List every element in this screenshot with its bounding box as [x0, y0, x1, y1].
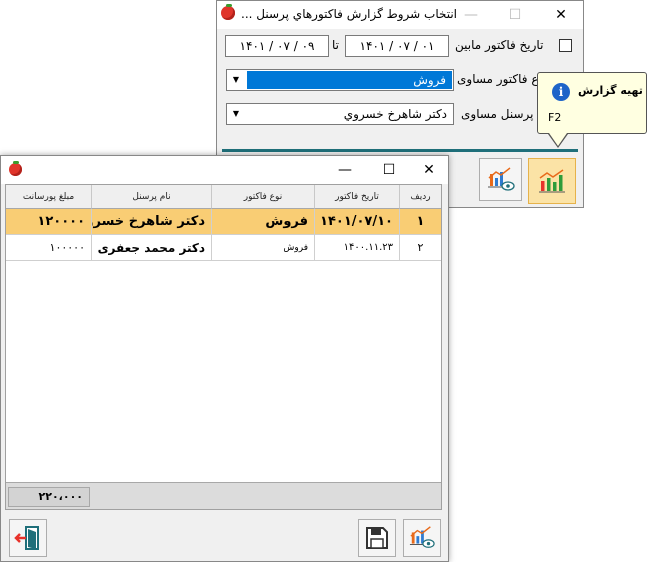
close-button[interactable]: ✕: [407, 156, 451, 184]
invoice-type-selected: فروش: [247, 71, 452, 89]
maximize-button[interactable]: ☐: [493, 1, 537, 29]
invoice-type-label: ع فاکتور مساوی: [457, 72, 539, 86]
exit-door-icon: [14, 526, 39, 550]
table-cell-name[interactable]: دکتر محمد جعفری: [92, 235, 212, 261]
total-amount: ۲۲۰،۰۰۰: [8, 487, 90, 507]
column-header-personnel-name[interactable]: نام پرسنل: [92, 185, 212, 209]
app-tomato-icon: [221, 6, 235, 20]
tooltip-pointer-fill: [549, 133, 567, 146]
tooltip-shortcut: F2: [548, 111, 562, 124]
date-to-input[interactable]: ۱۴۰۱ / ۰۷ / ۰۹: [225, 35, 329, 57]
preview-report-button[interactable]: [403, 519, 441, 557]
exit-button[interactable]: [9, 519, 47, 557]
date-from-input[interactable]: ۱۴۰۱ / ۰۷ / ۰۱: [345, 35, 449, 57]
table-cell-row[interactable]: ۱: [400, 209, 441, 235]
save-button[interactable]: [358, 519, 396, 557]
column-header-row[interactable]: رديف: [400, 185, 441, 209]
filter-window-title: انتخاب شروط گزارش فاکتورهاي پرسنل ...: [241, 7, 458, 21]
report-window: — ☐ ✕ مبلغ پورسانت نام پرسنل نوع فاکتور …: [0, 155, 449, 562]
tomato-leaf: [13, 161, 19, 164]
column-header-invoice-type[interactable]: نوع فاکتور: [212, 185, 315, 209]
date-filter-checkbox[interactable]: [559, 39, 572, 52]
table-cell-date[interactable]: ۱۴۰۰.۱۱.۲۳: [315, 235, 400, 261]
table-cell-type[interactable]: فروش: [212, 209, 315, 235]
accent-divider: [222, 149, 578, 152]
personnel-label: پرسنل مساوی: [461, 107, 534, 121]
chevron-down-icon[interactable]: ▼: [227, 104, 245, 124]
chart-eye-icon: [409, 526, 435, 548]
report-grid[interactable]: مبلغ پورسانت نام پرسنل نوع فاکتور تاريخ …: [5, 184, 442, 510]
table-cell-amount[interactable]: ۱۰۰۰۰۰: [6, 235, 92, 261]
tomato-leaf: [226, 4, 232, 7]
table-cell-name[interactable]: دکتر شاهرخ خسروی: [92, 209, 212, 235]
chevron-down-icon[interactable]: ▼: [227, 70, 245, 90]
minimize-button[interactable]: —: [449, 1, 493, 29]
date-to-label: تا: [332, 38, 339, 52]
floppy-disk-icon: [366, 527, 388, 549]
date-between-label: تاريخ فاکتور مابين: [455, 38, 544, 52]
personnel-combo[interactable]: ▼ دکتر شاهرخ خسروي: [226, 103, 454, 125]
chart-eye-icon: [487, 166, 515, 191]
table-cell-date[interactable]: ۱۴۰۱/۰۷/۱۰: [315, 209, 400, 235]
chart-icon: [539, 169, 565, 193]
info-icon: i: [552, 83, 570, 101]
maximize-button[interactable]: ☐: [367, 156, 411, 184]
tooltip-title: تهيه گزارش: [578, 84, 643, 97]
table-cell-amount[interactable]: ۱۲۰۰۰۰: [6, 209, 92, 235]
preview-report-button[interactable]: [479, 158, 522, 201]
column-header-amount[interactable]: مبلغ پورسانت: [6, 185, 92, 209]
prepare-report-button[interactable]: [528, 158, 576, 204]
column-header-invoice-date[interactable]: تاريخ فاکتور: [315, 185, 400, 209]
minimize-button[interactable]: —: [323, 156, 367, 184]
filter-window-titlebar: انتخاب شروط گزارش فاکتورهاي پرسنل ... — …: [217, 1, 583, 29]
table-cell-row[interactable]: ۲: [400, 235, 441, 261]
report-window-titlebar: — ☐ ✕: [1, 156, 448, 184]
personnel-selected: دکتر شاهرخ خسروي: [343, 107, 447, 121]
invoice-type-combo[interactable]: ▼ فروش: [226, 69, 454, 91]
report-tooltip: i تهيه گزارش F2: [537, 72, 647, 134]
app-tomato-icon: [9, 163, 22, 176]
table-cell-type[interactable]: فروش: [212, 235, 315, 261]
close-button[interactable]: ✕: [539, 1, 583, 29]
